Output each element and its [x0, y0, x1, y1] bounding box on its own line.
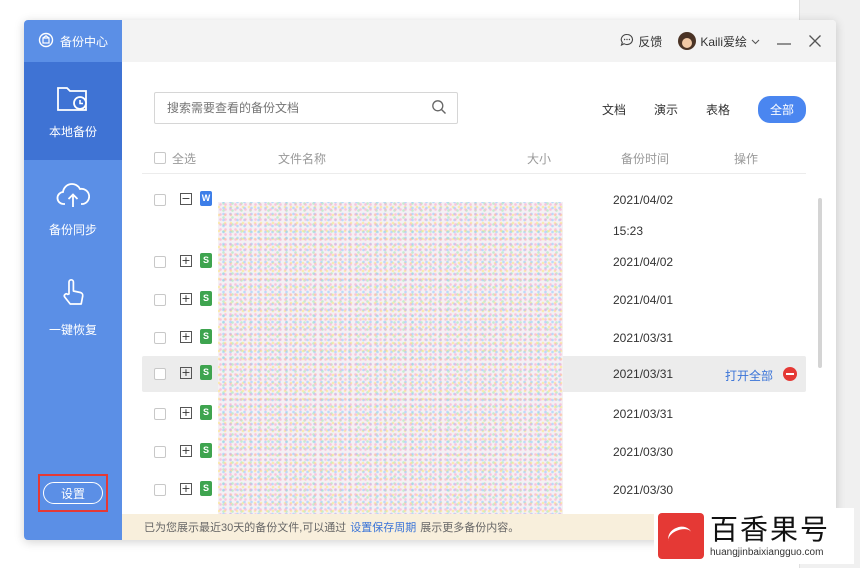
select-all-label: 全选: [172, 152, 197, 166]
watermark: 百香果号 huangjinbaixiangguo.com: [654, 508, 854, 564]
sidebar-item-label: 一键恢复: [48, 323, 97, 337]
watermark-url: huangjinbaixiangguo.com: [710, 546, 824, 558]
expand-icon[interactable]: +: [180, 255, 192, 267]
filter-presentation[interactable]: 演示: [654, 101, 678, 118]
expand-icon[interactable]: +: [180, 293, 192, 305]
sidebar-item-backup-sync[interactable]: 备份同步: [24, 160, 122, 258]
expand-icon[interactable]: +: [180, 331, 192, 343]
minimize-icon: [777, 43, 791, 45]
chat-bubble-icon: [620, 33, 634, 50]
backup-logo-icon: [38, 32, 54, 51]
backup-date: 2021/04/02: [613, 193, 674, 207]
expand-icon[interactable]: +: [180, 445, 192, 457]
row-checkbox[interactable]: [154, 294, 166, 306]
filter-all[interactable]: 全部: [757, 96, 806, 123]
username: Kaili爱绘: [700, 34, 747, 49]
scrollbar[interactable]: [818, 198, 822, 368]
backup-time: 15:23: [613, 224, 644, 238]
expand-icon[interactable]: +: [180, 483, 192, 495]
backup-date: 2021/03/31: [613, 367, 674, 381]
backup-date: 2021/04/01: [613, 293, 674, 307]
backup-date: 2021/03/31: [613, 331, 674, 345]
spreadsheet-file-icon: S: [200, 365, 212, 380]
filter-tabs: 文档 演示 表格 全部: [602, 96, 806, 123]
folder-clock-icon: [56, 82, 90, 115]
backup-date: 2021/03/30: [613, 483, 674, 497]
sidebar: 备份中心 本地备份 备份同步 一键恢复 设置: [24, 20, 122, 540]
column-name: 文件名称: [278, 152, 327, 166]
spreadsheet-file-icon: S: [200, 443, 212, 458]
spreadsheet-file-icon: S: [200, 329, 212, 344]
filter-document[interactable]: 文档: [602, 101, 626, 118]
chevron-down-icon: [751, 34, 760, 48]
sidebar-item-one-click-restore[interactable]: 一键恢复: [24, 258, 122, 356]
column-actions: 操作: [734, 152, 759, 166]
expand-icon[interactable]: +: [180, 407, 192, 419]
table-header: 全选 文件名称 大小 备份时间 操作: [142, 146, 806, 174]
backup-date: 2021/03/30: [613, 445, 674, 459]
collapse-icon[interactable]: −: [180, 193, 192, 205]
user-menu[interactable]: Kaili爱绘: [678, 32, 760, 50]
avatar: [678, 32, 697, 50]
row-checkbox[interactable]: [154, 368, 166, 380]
feedback-label: 反馈: [638, 34, 663, 49]
close-button[interactable]: [808, 34, 822, 48]
spreadsheet-file-icon: S: [200, 253, 212, 268]
row-checkbox[interactable]: [154, 194, 166, 206]
search-box[interactable]: [154, 92, 458, 124]
feedback-button[interactable]: 反馈: [620, 33, 662, 50]
footer-text-end: 展示更多备份内容。: [420, 522, 520, 534]
footer-text: 已为您展示最近30天的备份文件,可以通过: [144, 522, 347, 534]
backup-center-window: 备份中心 本地备份 备份同步 一键恢复 设置 反馈 Kaili爱绘 搜索需要查看…: [24, 20, 836, 540]
row-checkbox[interactable]: [154, 408, 166, 420]
word-file-icon: W: [200, 191, 212, 206]
select-all-checkbox[interactable]: [154, 152, 166, 164]
settings-highlight-box: 设置: [38, 474, 108, 512]
search-icon[interactable]: [431, 99, 447, 118]
sidebar-item-local-backup[interactable]: 本地备份: [24, 62, 122, 160]
title-bar: 反馈 Kaili爱绘: [122, 20, 836, 62]
settings-button[interactable]: 设置: [43, 482, 103, 504]
hand-tap-icon: [56, 276, 90, 313]
backup-date: 2021/04/02: [613, 255, 674, 269]
watermark-title: 百香果号: [710, 512, 831, 546]
backup-date: 2021/03/31: [613, 407, 674, 421]
column-backup-time: 备份时间: [621, 152, 670, 166]
main-content: 文档 演示 表格 全部 全选 文件名称 大小 备份时间 操作 − W 2021/…: [122, 62, 836, 540]
redacted-filenames: [218, 202, 563, 516]
sidebar-item-label: 备份同步: [48, 223, 97, 237]
row-checkbox[interactable]: [154, 484, 166, 496]
filter-spreadsheet[interactable]: 表格: [706, 101, 730, 118]
open-all-link[interactable]: 打开全部: [725, 367, 773, 384]
close-icon: [809, 35, 821, 47]
watermark-logo-icon: [658, 513, 704, 559]
spreadsheet-file-icon: S: [200, 291, 212, 306]
app-title: 备份中心: [60, 34, 109, 49]
column-size: 大小: [527, 152, 552, 166]
sidebar-item-label: 本地备份: [48, 125, 97, 139]
expand-icon[interactable]: +: [180, 367, 192, 379]
minimize-button[interactable]: [776, 34, 792, 48]
cloud-upload-icon: [56, 180, 91, 213]
delete-icon[interactable]: [783, 367, 797, 381]
spreadsheet-file-icon: S: [200, 481, 212, 496]
retention-settings-link[interactable]: 设置保存周期: [350, 519, 416, 535]
row-checkbox[interactable]: [154, 446, 166, 458]
row-checkbox[interactable]: [154, 256, 166, 268]
spreadsheet-file-icon: S: [200, 405, 212, 420]
app-brand: 备份中心: [24, 20, 122, 62]
search-input[interactable]: [167, 101, 431, 115]
row-checkbox[interactable]: [154, 332, 166, 344]
